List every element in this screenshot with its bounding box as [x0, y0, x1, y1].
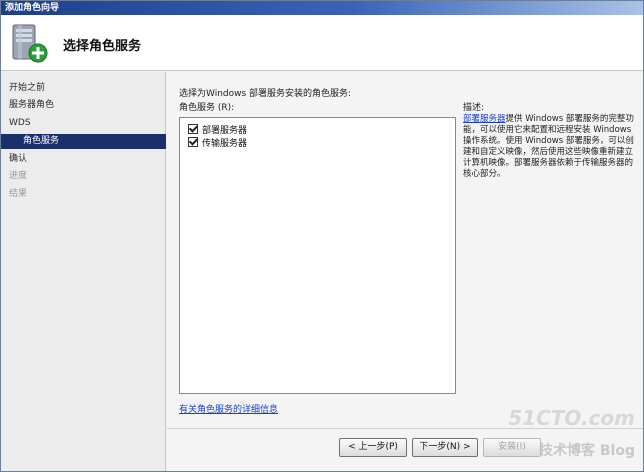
list-item[interactable]: 传输服务器 [188, 135, 247, 149]
window-title: 添加角色向导 [5, 3, 60, 13]
nav-item-server-roles[interactable]: 服务器角色 [1, 98, 166, 113]
wizard-nav: 开始之前 服务器角色 WDS 角色服务 确认 进度 结果 [1, 72, 166, 471]
watermark-subtitle: 技术博客 Blog [539, 443, 635, 459]
transport-server-label: 传输服务器 [202, 138, 248, 149]
nav-item-confirmation[interactable]: 确认 [1, 152, 166, 167]
nav-item-role-services[interactable]: 角色服务 [1, 134, 166, 149]
deployment-server-label: 部署服务器 [202, 125, 248, 136]
wizard-header: 选择角色服务 [1, 15, 643, 71]
list-item[interactable]: 部署服务器 [188, 122, 247, 136]
title-bar[interactable]: 添加角色向导 [1, 1, 643, 15]
deployment-server-checkbox[interactable] [188, 124, 198, 134]
transport-server-checkbox[interactable] [188, 137, 198, 147]
back-button[interactable]: < 上一步(P) [339, 438, 407, 457]
description-text: 部署服务器提供 Windows 部署服务的完整功能，可以使用它来配置和远程安装 … [463, 114, 636, 180]
nav-item-before-you-begin[interactable]: 开始之前 [1, 81, 166, 96]
more-info-link[interactable]: 有关角色服务的详细信息 [179, 402, 278, 415]
description-link[interactable]: 部署服务器 [463, 114, 506, 124]
role-services-label: 角色服务 (R): [179, 103, 235, 113]
description-label: 描述: [463, 103, 485, 113]
add-roles-wizard-window: 添加角色向导 选择角色服务 开始之前 服务器角色 WDS 角色服务 确认 进度 … [0, 0, 644, 472]
nav-item-wds[interactable]: WDS [1, 116, 166, 131]
instruction-text: 选择为Windows 部署服务安装的角色服务: [179, 89, 352, 99]
role-services-list[interactable]: 部署服务器 传输服务器 [179, 117, 456, 394]
server-add-icon [12, 24, 48, 63]
next-button[interactable]: 下一步(N) > [412, 438, 478, 457]
page-title: 选择角色服务 [63, 39, 142, 54]
watermark-logo: 51CTO.com [508, 406, 635, 430]
nav-item-progress: 进度 [9, 171, 28, 181]
nav-item-results: 结果 [9, 189, 28, 199]
watermark: 51CTO.com 技术博客 Blog [485, 406, 635, 468]
